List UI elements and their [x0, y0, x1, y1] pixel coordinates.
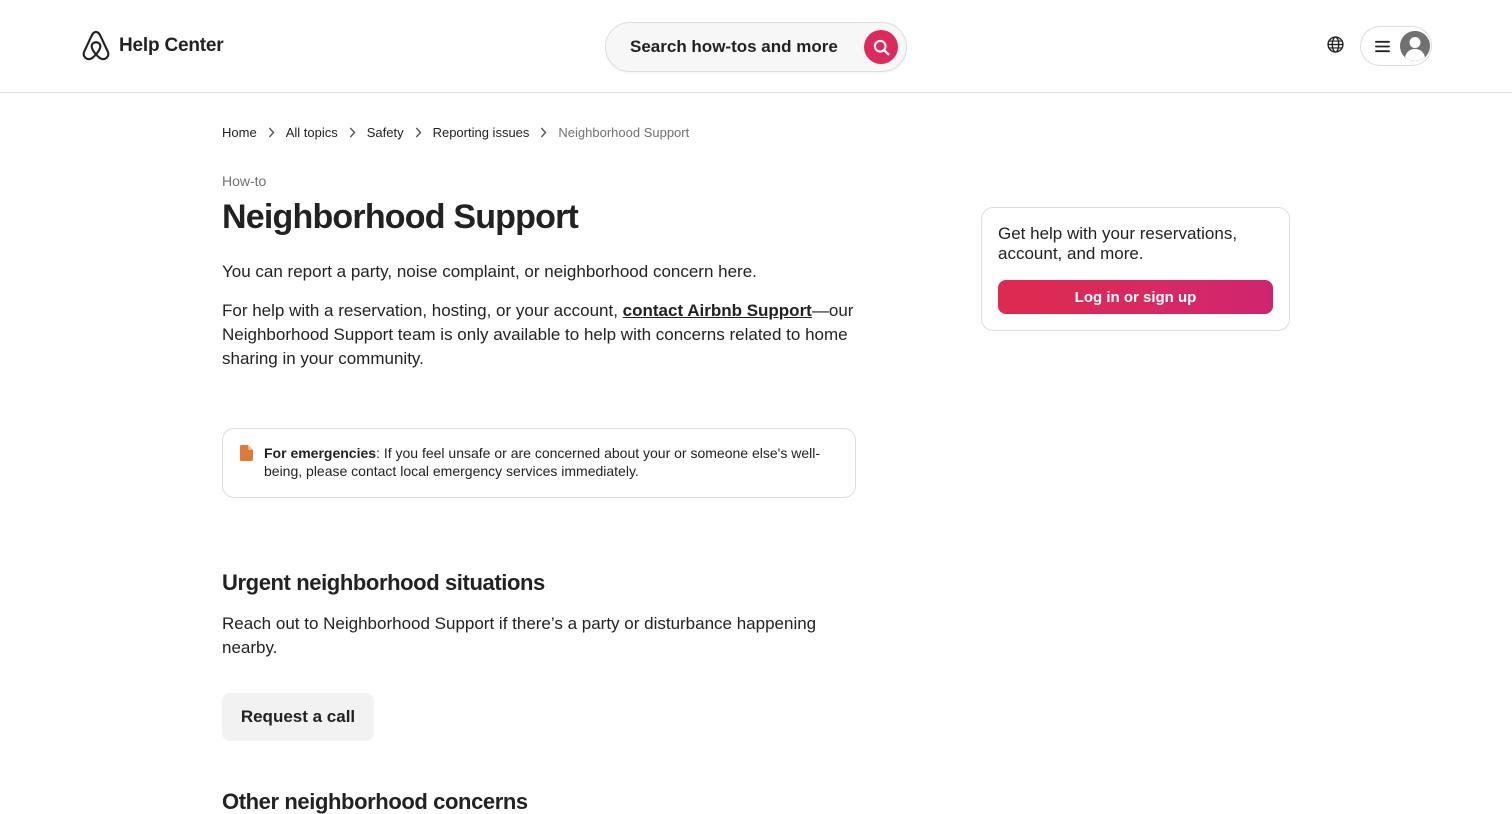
brand-link[interactable]: Help Center: [81, 29, 224, 63]
intro-paragraph: You can report a party, noise complaint,…: [222, 262, 757, 281]
breadcrumb-current: Neighborhood Support: [558, 124, 690, 140]
page-title: Neighborhood Support: [222, 198, 579, 236]
search-button[interactable]: [864, 30, 898, 64]
language-button[interactable]: [1325, 34, 1345, 54]
user-menu-button[interactable]: [1360, 26, 1432, 66]
login-prompt-card: Get help with your reservations, account…: [981, 207, 1290, 331]
user-avatar-icon: [1400, 31, 1430, 61]
site-header: Help Center: [0, 0, 1512, 93]
search-icon: [873, 39, 889, 55]
request-call-button[interactable]: Request a call: [222, 693, 374, 741]
airbnb-logo-icon: [82, 30, 110, 61]
search-bar: [605, 22, 907, 72]
chevron-right-icon: [268, 127, 275, 138]
emergency-notice: For emergencies: If you feel unsafe or a…: [222, 428, 856, 498]
article-type-label: How-to: [222, 173, 267, 189]
contact-support-link[interactable]: contact Airbnb Support: [623, 301, 812, 320]
section-title-urgent: Urgent neighborhood situations: [222, 570, 545, 595]
document-icon: [240, 445, 255, 497]
notice-heading: For emergencies: [264, 445, 377, 461]
breadcrumb: Home All topics Safety Reporting issues …: [222, 124, 689, 140]
chevron-right-icon: [415, 127, 422, 138]
brand-title: Help Center: [119, 35, 224, 56]
search-input[interactable]: [606, 23, 864, 71]
notice-text: For emergencies: If you feel unsafe or a…: [264, 444, 839, 497]
breadcrumb-home[interactable]: Home: [222, 125, 257, 140]
chevron-right-icon: [349, 127, 356, 138]
hamburger-menu-icon: [1375, 40, 1390, 52]
chevron-right-icon: [540, 127, 547, 138]
breadcrumb-all-topics[interactable]: All topics: [286, 125, 338, 140]
help-paragraph: For help with a reservation, hosting, or…: [222, 299, 858, 371]
breadcrumb-safety[interactable]: Safety: [367, 125, 404, 140]
login-signup-button[interactable]: Log in or sign up: [998, 280, 1273, 314]
help-text-before: For help with a reservation, hosting, or…: [222, 301, 623, 320]
breadcrumb-reporting-issues[interactable]: Reporting issues: [433, 125, 530, 140]
section-text-urgent: Reach out to Neighborhood Support if the…: [222, 614, 817, 657]
section-title-other: Other neighborhood concerns: [222, 789, 528, 814]
login-prompt-text: Get help with your reservations, account…: [998, 224, 1238, 263]
globe-icon: [1326, 35, 1344, 53]
